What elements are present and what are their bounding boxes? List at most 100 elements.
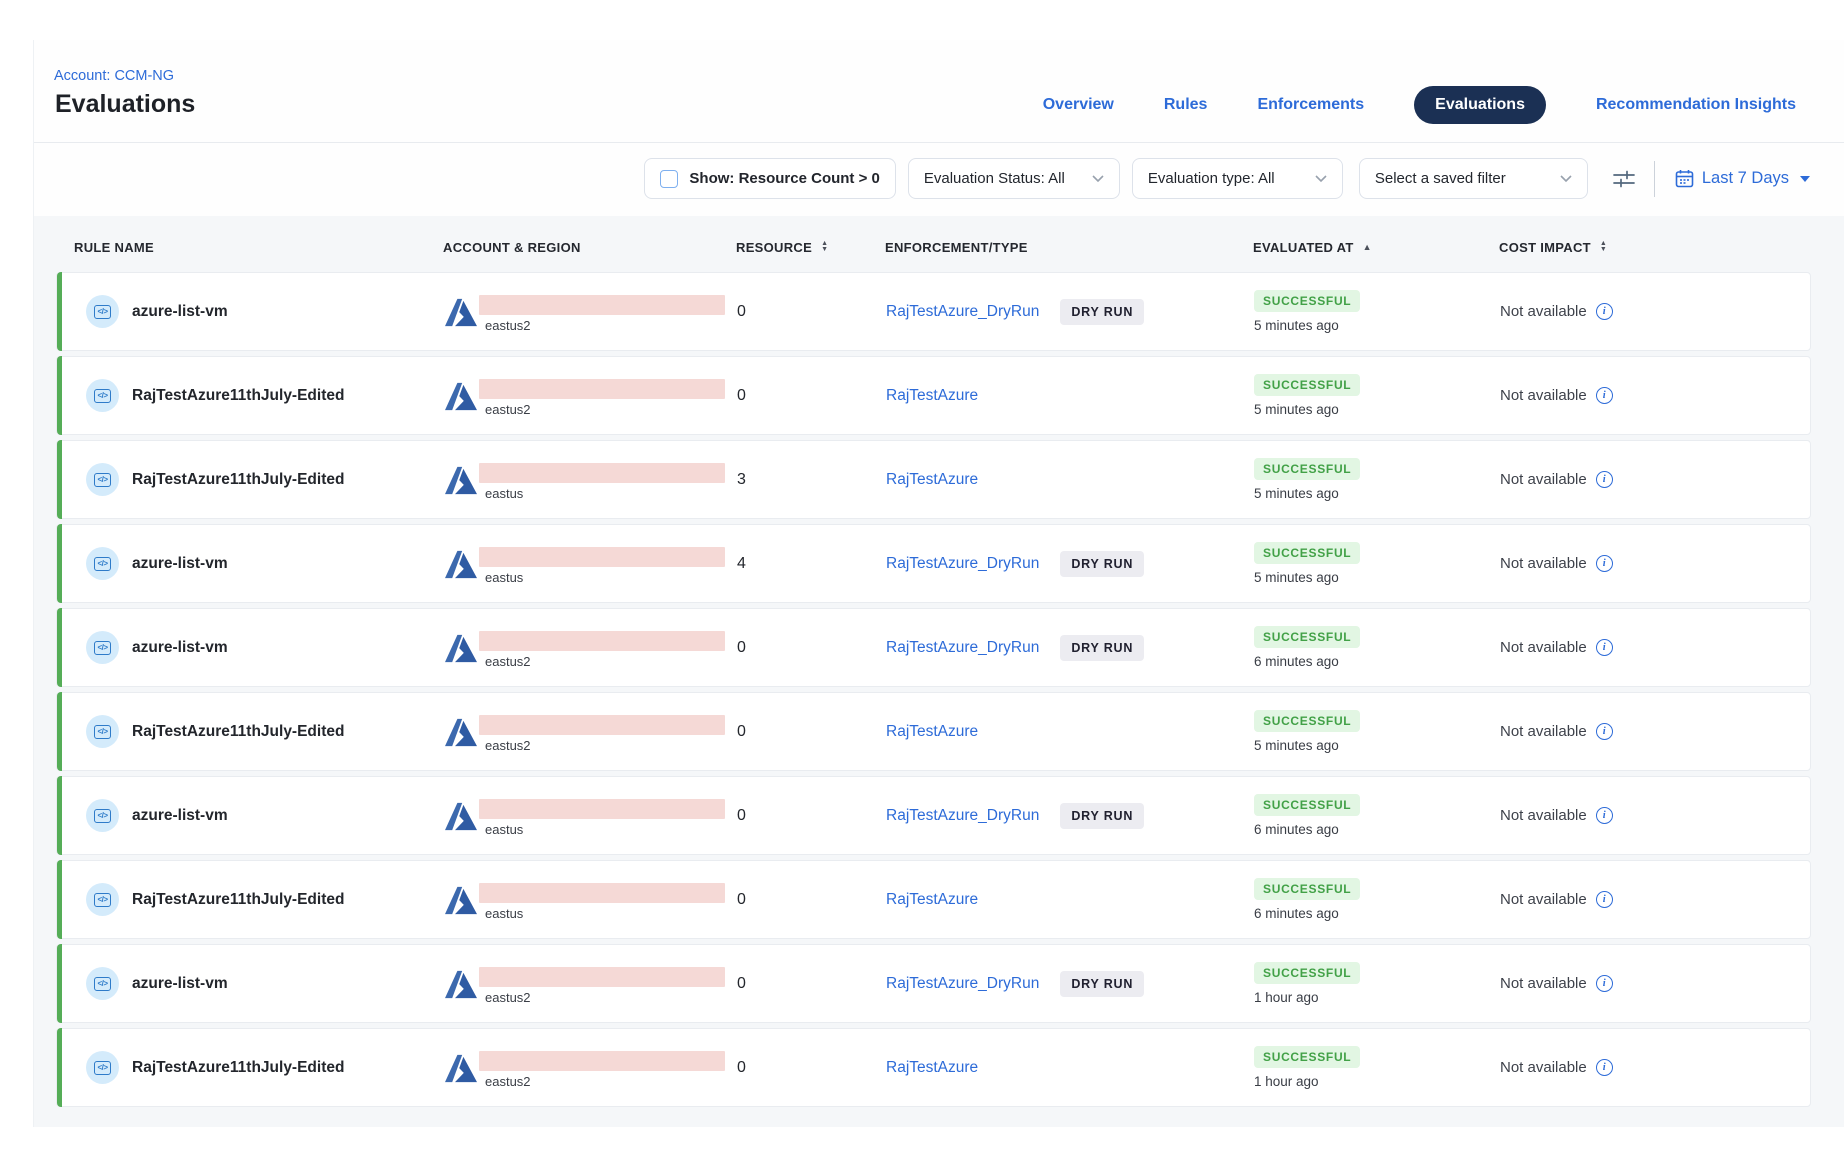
enforcement-link[interactable]: RajTestAzure_DryRun <box>886 303 1039 321</box>
resource-count-label: Show: Resource Count > 0 <box>689 170 879 187</box>
sort-updown-icon[interactable]: ▲▼ <box>1600 241 1607 253</box>
region-label: eastus <box>485 486 523 501</box>
status-badge: SUCCESSFUL <box>1254 374 1360 396</box>
resource-count: 0 <box>737 387 746 404</box>
status-badge: SUCCESSFUL <box>1254 794 1360 816</box>
resource-count: 0 <box>737 1059 746 1076</box>
resource-count-filter[interactable]: Show: Resource Count > 0 <box>644 158 895 199</box>
region-label: eastus2 <box>485 318 531 333</box>
sort-ascending-icon[interactable]: ▲ <box>1363 242 1372 252</box>
info-circle-icon[interactable]: i <box>1596 387 1613 404</box>
info-circle-icon[interactable]: i <box>1596 303 1613 320</box>
enforcement-link[interactable]: RajTestAzure_DryRun <box>886 555 1039 573</box>
azure-icon <box>445 970 477 999</box>
rule-name: azure-list-vm <box>132 639 228 657</box>
cost-impact-value: Not available <box>1500 723 1587 740</box>
row-accent-bar <box>57 272 62 351</box>
info-circle-icon[interactable]: i <box>1596 975 1613 992</box>
rule-icon: </> <box>86 883 119 916</box>
rule-icon: </> <box>86 715 119 748</box>
cost-impact-value: Not available <box>1500 555 1587 572</box>
col-evaluated-at: EVALUATED AT ▲ <box>1253 240 1499 255</box>
page-title: Evaluations <box>55 90 195 119</box>
sort-updown-icon[interactable]: ▲▼ <box>821 241 828 253</box>
tab-enforcements[interactable]: Enforcements <box>1257 96 1364 114</box>
enforcement-link[interactable]: RajTestAzure_DryRun <box>886 807 1039 825</box>
dry-run-badge: DRY RUN <box>1060 971 1144 997</box>
info-circle-icon[interactable]: i <box>1596 639 1613 656</box>
evaluated-time: 5 minutes ago <box>1254 486 1339 501</box>
evaluated-time: 1 hour ago <box>1254 1074 1319 1089</box>
enforcement-link[interactable]: RajTestAzure_DryRun <box>886 639 1039 657</box>
rule-name: RajTestAzure11thJuly-Edited <box>132 471 344 489</box>
enforcement-link[interactable]: RajTestAzure <box>886 891 978 909</box>
chevron-down-icon <box>1092 175 1104 183</box>
table-row[interactable]: </> azure-list-vm eastus2 0 RajTestAzure… <box>56 272 1811 351</box>
calendar-icon <box>1675 169 1694 188</box>
table-row[interactable]: </> RajTestAzure11thJuly-Edited eastus 0… <box>56 860 1811 939</box>
rule-name: RajTestAzure11thJuly-Edited <box>132 387 344 405</box>
account-name-redacted <box>479 379 725 399</box>
evaluation-status-select[interactable]: Evaluation Status: All <box>908 158 1120 199</box>
chevron-down-icon <box>1560 175 1572 183</box>
table-body: </> azure-list-vm eastus2 0 RajTestAzure… <box>34 272 1844 1107</box>
evaluation-type-select[interactable]: Evaluation type: All <box>1132 158 1343 199</box>
enforcement-link[interactable]: RajTestAzure_DryRun <box>886 975 1039 993</box>
cost-impact-value: Not available <box>1500 975 1587 992</box>
resource-count: 0 <box>737 639 746 656</box>
table-row[interactable]: </> azure-list-vm eastus 4 RajTestAzure_… <box>56 524 1811 603</box>
enforcement-link[interactable]: RajTestAzure <box>886 471 978 489</box>
saved-filter-select[interactable]: Select a saved filter <box>1359 158 1588 199</box>
evaluation-status-value: Evaluation Status: All <box>924 170 1065 187</box>
azure-icon <box>445 886 477 915</box>
col-cost-impact: COST IMPACT ▲▼ <box>1499 240 1811 255</box>
enforcement-link[interactable]: RajTestAzure <box>886 723 978 741</box>
cost-impact-value: Not available <box>1500 891 1587 908</box>
evaluated-time: 5 minutes ago <box>1254 318 1339 333</box>
tab-evaluations[interactable]: Evaluations <box>1414 86 1546 124</box>
sliders-icon[interactable] <box>1612 168 1636 190</box>
table-row[interactable]: </> azure-list-vm eastus2 0 RajTestAzure… <box>56 944 1811 1023</box>
resource-count-checkbox[interactable] <box>660 170 678 188</box>
region-label: eastus2 <box>485 990 531 1005</box>
region-label: eastus2 <box>485 402 531 417</box>
enforcement-link[interactable]: RajTestAzure <box>886 387 978 405</box>
tab-recommendation-insights[interactable]: Recommendation Insights <box>1596 96 1796 114</box>
account-name-redacted <box>479 631 725 651</box>
info-circle-icon[interactable]: i <box>1596 807 1613 824</box>
info-circle-icon[interactable]: i <box>1596 891 1613 908</box>
info-circle-icon[interactable]: i <box>1596 555 1613 572</box>
dry-run-badge: DRY RUN <box>1060 299 1144 325</box>
resource-count: 3 <box>737 471 746 488</box>
rule-name: RajTestAzure11thJuly-Edited <box>132 1059 344 1077</box>
tab-rules[interactable]: Rules <box>1164 96 1208 114</box>
info-circle-icon[interactable]: i <box>1596 1059 1613 1076</box>
status-badge: SUCCESSFUL <box>1254 878 1360 900</box>
col-rule-name: RULE NAME <box>56 240 443 255</box>
account-breadcrumb-link[interactable]: Account: CCM-NG <box>54 68 174 84</box>
info-circle-icon[interactable]: i <box>1596 723 1613 740</box>
table-row[interactable]: </> RajTestAzure11thJuly-Edited eastus2 … <box>56 692 1811 771</box>
status-badge: SUCCESSFUL <box>1254 1046 1360 1068</box>
account-name-redacted <box>479 967 725 987</box>
cost-impact-value: Not available <box>1500 807 1587 824</box>
table-row[interactable]: </> azure-list-vm eastus 0 RajTestAzure_… <box>56 776 1811 855</box>
table-row[interactable]: </> RajTestAzure11thJuly-Edited eastus2 … <box>56 1028 1811 1107</box>
rule-icon: </> <box>86 631 119 664</box>
saved-filter-value: Select a saved filter <box>1375 170 1506 187</box>
account-name-redacted <box>479 1051 725 1071</box>
region-label: eastus2 <box>485 1074 531 1089</box>
evaluation-type-value: Evaluation type: All <box>1148 170 1275 187</box>
tab-overview[interactable]: Overview <box>1043 96 1114 114</box>
row-accent-bar <box>57 1028 62 1107</box>
table-row[interactable]: </> azure-list-vm eastus2 0 RajTestAzure… <box>56 608 1811 687</box>
date-range-picker[interactable]: Last 7 Days <box>1675 169 1810 188</box>
enforcement-link[interactable]: RajTestAzure <box>886 1059 978 1077</box>
table-row[interactable]: </> RajTestAzure11thJuly-Edited eastus 3… <box>56 440 1811 519</box>
azure-icon <box>445 382 477 411</box>
info-circle-icon[interactable]: i <box>1596 471 1613 488</box>
cost-impact-value: Not available <box>1500 303 1587 320</box>
table-row[interactable]: </> RajTestAzure11thJuly-Edited eastus2 … <box>56 356 1811 435</box>
resource-count: 0 <box>737 807 746 824</box>
col-account-region: ACCOUNT & REGION <box>443 240 736 255</box>
